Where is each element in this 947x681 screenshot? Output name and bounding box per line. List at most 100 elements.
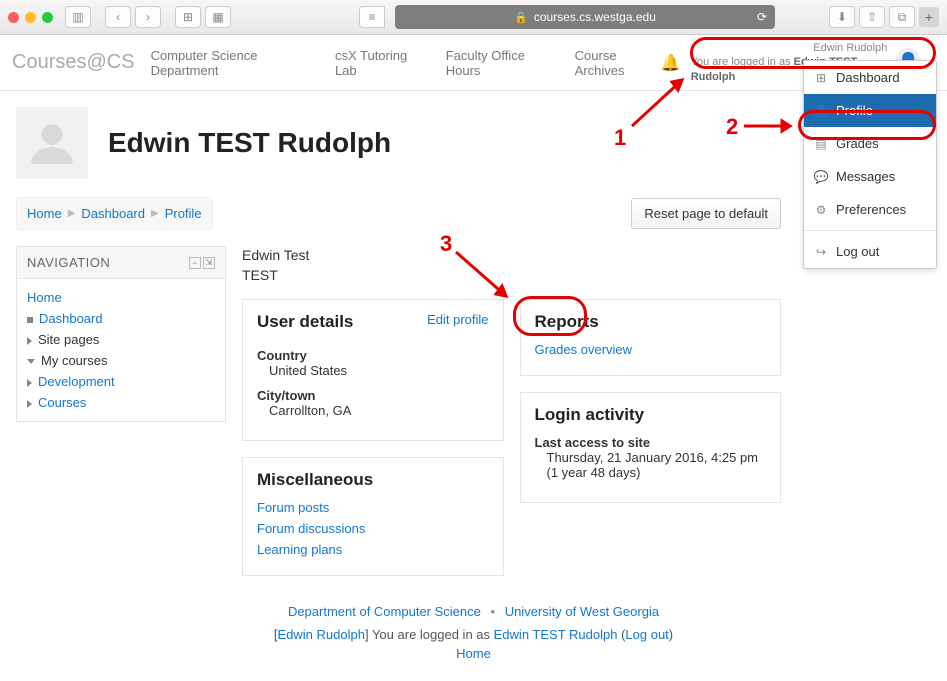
logout-icon: ↪ <box>814 245 828 259</box>
reports-title: Reports <box>535 312 767 332</box>
reload-icon[interactable]: ⟳ <box>757 10 767 24</box>
dashboard-icon: ⊞ <box>814 71 828 85</box>
new-tab-button[interactable]: + <box>919 7 939 27</box>
back-button[interactable]: ‹ <box>105 6 131 28</box>
dropdown-item-profile[interactable]: 👤Profile <box>804 94 936 127</box>
nav-link[interactable]: Faculty Office Hours <box>446 48 553 78</box>
nav-courses[interactable]: Courses <box>38 395 86 410</box>
profile-cards: Edit profile User details Country United… <box>242 299 781 576</box>
tabs-overview-button[interactable]: ⧉ <box>889 6 915 28</box>
dropdown-item-preferences[interactable]: ⚙Preferences <box>804 193 936 226</box>
miscellaneous-title: Miscellaneous <box>257 470 489 490</box>
breadcrumb-profile[interactable]: Profile <box>165 206 202 221</box>
grades-overview-link[interactable]: Grades overview <box>535 342 767 357</box>
dropdown-item-dashboard[interactable]: ⊞Dashboard <box>804 61 936 94</box>
navigation-block-header: NAVIGATION − ⇲ <box>17 247 225 279</box>
city-value: Carrollton, GA <box>257 403 489 418</box>
gear-icon: ⚙ <box>814 203 828 217</box>
share-button[interactable]: ⇧ <box>859 6 885 28</box>
dropdown-item-messages[interactable]: 💬Messages <box>804 160 936 193</box>
navigation-block: NAVIGATION − ⇲ Home Dashboard Site pages… <box>16 246 226 422</box>
page-title: Edwin TEST Rudolph <box>108 127 391 159</box>
lock-icon: 🔒 <box>514 11 528 24</box>
footer-dept-link[interactable]: Department of Computer Science <box>288 604 481 619</box>
nav-link[interactable]: csX Tutoring Lab <box>335 48 424 78</box>
forum-posts-link[interactable]: Forum posts <box>257 500 489 515</box>
last-access-value: Thursday, 21 January 2016, 4:25 pm (1 ye… <box>535 450 767 480</box>
nav-link[interactable]: Computer Science Department <box>151 48 313 78</box>
nav-link[interactable]: Course Archives <box>575 48 661 78</box>
nav-home[interactable]: Home <box>27 290 62 305</box>
reports-card: Reports Grades overview <box>520 299 782 376</box>
navigation-tree: Home Dashboard Site pages My courses Dev… <box>17 279 225 421</box>
maximize-window-icon[interactable] <box>42 12 53 23</box>
chevron-right-icon: ▶ <box>151 208 159 219</box>
login-activity-card: Login activity Last access to site Thurs… <box>520 392 782 503</box>
block-dock-icon[interactable]: ⇲ <box>203 257 215 269</box>
grades-icon: ▤ <box>814 137 828 151</box>
footer-real-name-link[interactable]: Edwin Rudolph <box>278 627 365 642</box>
nav-development[interactable]: Development <box>38 374 115 389</box>
navigation-block-title: NAVIGATION <box>27 255 110 270</box>
close-window-icon[interactable] <box>8 12 19 23</box>
top-nav-links: Computer Science Department csX Tutoring… <box>151 48 661 78</box>
chevron-right-icon: ▶ <box>68 208 76 219</box>
cards-left: Edit profile User details Country United… <box>242 299 504 576</box>
url-text: courses.cs.westga.edu <box>534 10 656 24</box>
content-columns: NAVIGATION − ⇲ Home Dashboard Site pages… <box>16 246 931 576</box>
dropdown-item-grades[interactable]: ▤Grades <box>804 127 936 160</box>
nav-dashboard[interactable]: Dashboard <box>39 311 103 326</box>
country-value: United States <box>257 363 489 378</box>
breadcrumb-home[interactable]: Home <box>27 206 62 221</box>
last-access-label: Last access to site <box>535 435 767 450</box>
footer-separator: • <box>491 604 496 619</box>
url-bar[interactable]: 🔒 courses.cs.westga.edu ⟳ <box>395 5 775 29</box>
forum-discussions-link[interactable]: Forum discussions <box>257 521 489 536</box>
profile-icon: 👤 <box>814 104 828 118</box>
download-button[interactable]: ⬇ <box>829 6 855 28</box>
chevron-right-icon[interactable] <box>27 400 32 408</box>
miscellaneous-card: Miscellaneous Forum posts Forum discussi… <box>242 457 504 576</box>
user-details-card: Edit profile User details Country United… <box>242 299 504 441</box>
learning-plans-link[interactable]: Learning plans <box>257 542 489 557</box>
breadcrumb-row: Home ▶ Dashboard ▶ Profile Reset page to… <box>16 197 931 230</box>
dropdown-item-logout[interactable]: ↪Log out <box>804 235 936 268</box>
chevron-down-icon[interactable] <box>27 359 35 364</box>
avatar-large <box>16 107 88 179</box>
messages-icon: 💬 <box>814 170 828 184</box>
notifications-icon[interactable]: 🔔 <box>661 53 681 73</box>
chevron-right-icon[interactable] <box>27 337 32 345</box>
user-display-name: Edwin Rudolph <box>813 41 887 55</box>
cards-right: Reports Grades overview Login activity L… <box>520 299 782 576</box>
breadcrumb: Home ▶ Dashboard ▶ Profile <box>16 197 213 230</box>
city-label: City/town <box>257 388 489 403</box>
minimize-window-icon[interactable] <box>25 12 36 23</box>
topsites-button[interactable]: ▦ <box>205 6 231 28</box>
nav-site-pages[interactable]: Site pages <box>38 332 99 347</box>
footer-test-name-link[interactable]: Edwin TEST Rudolph <box>494 627 618 642</box>
edit-profile-link[interactable]: Edit profile <box>427 312 488 327</box>
nav-my-courses[interactable]: My courses <box>41 353 107 368</box>
footer-logged-in-text: You are logged in as <box>369 627 494 642</box>
profile-summary: Edwin Test TEST <box>242 246 781 285</box>
forward-button[interactable]: › <box>135 6 161 28</box>
block-hide-icon[interactable]: − <box>189 257 201 269</box>
footer-logout-link[interactable]: Log out <box>625 627 668 642</box>
country-label: Country <box>257 348 489 363</box>
browser-chrome: ▥ ‹ › ⊞ ▦ ≡ 🔒 courses.cs.westga.edu ⟳ ⬇ … <box>0 0 947 35</box>
footer-uni-link[interactable]: University of West Georgia <box>505 604 659 619</box>
site-brand[interactable]: Courses@CS <box>12 51 135 74</box>
reader-button[interactable]: ≡ <box>359 6 385 28</box>
profile-header: Edwin TEST Rudolph <box>16 107 931 179</box>
tabs-button[interactable]: ⊞ <box>175 6 201 28</box>
login-activity-title: Login activity <box>535 405 767 425</box>
page-footer: Department of Computer Science • Univers… <box>16 576 931 681</box>
chevron-right-icon[interactable] <box>27 379 32 387</box>
dropdown-divider <box>804 230 936 231</box>
reset-page-button[interactable]: Reset page to default <box>631 198 781 229</box>
footer-home-link[interactable]: Home <box>456 646 491 661</box>
main-column: Edwin Test TEST Edit profile User detail… <box>242 246 781 576</box>
bullet-icon <box>27 317 33 323</box>
breadcrumb-dashboard[interactable]: Dashboard <box>81 206 145 221</box>
sidebar-toggle-button[interactable]: ▥ <box>65 6 91 28</box>
